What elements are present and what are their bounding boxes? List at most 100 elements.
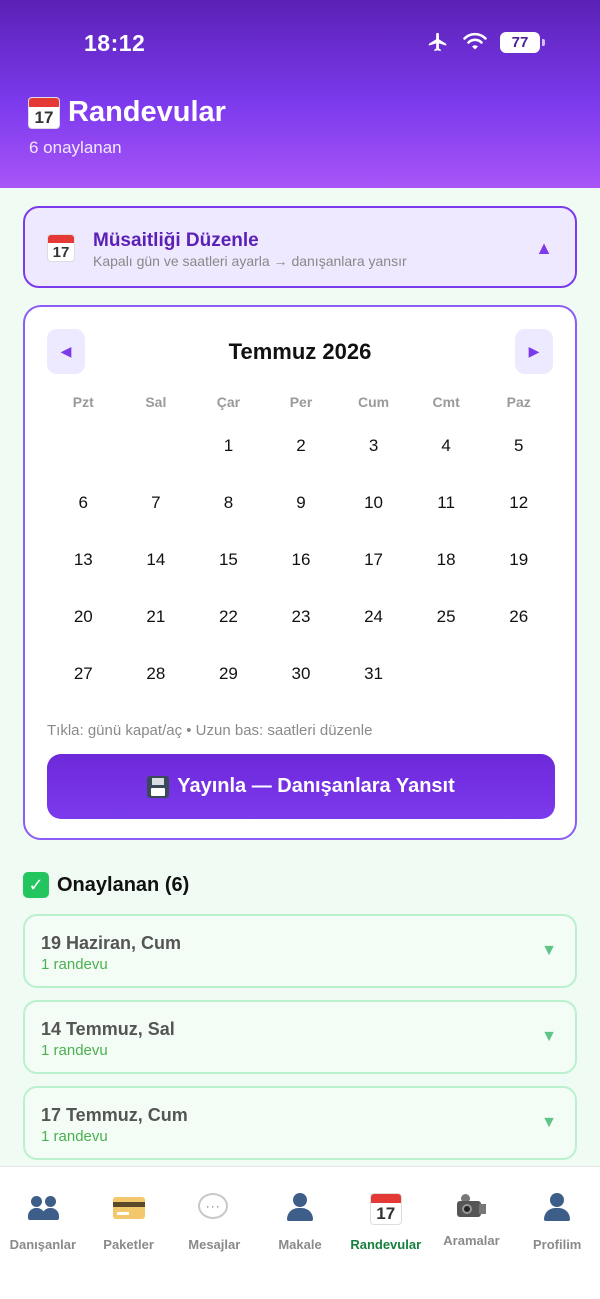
calendar-day[interactable]: 13 [47,531,120,588]
battery-icon: 77 [500,31,545,53]
approved-title-text: Onaylanan (6) [57,873,190,896]
calendar-day[interactable]: 3 [337,417,410,474]
chat-bubble-icon: ··· [198,1193,229,1219]
tab-label: Paketler [103,1237,154,1252]
calendar-day[interactable]: 28 [120,645,193,702]
status-time: 18:12 [84,30,146,56]
calendar-day-empty [410,645,483,702]
tab-aramalar[interactable]: Aramalar [429,1167,515,1267]
approved-section-title: ✓ Onaylanan (6) [23,872,189,898]
user-icon [541,1193,573,1223]
appointment-count: 1 randevu [41,956,108,973]
calendar-day[interactable]: 15 [192,531,265,588]
collapse-arrow-icon[interactable]: ▲ [535,238,553,259]
appointment-group-card[interactable]: 19 Haziran, Cum 1 randevu ▼ [23,914,577,988]
tab-label: Aramalar [443,1233,500,1248]
calendar-day[interactable]: 25 [410,588,483,645]
weekday-label: Cmt [432,394,460,410]
page-title-text: Randevular [68,96,226,128]
wifi-icon [463,32,487,50]
calendar-day-empty [482,645,555,702]
calendar-day[interactable]: 21 [120,588,193,645]
calendar-card: ◀ Temmuz 2026 ▶ Pzt Sal Çar Per Cum Cmt … [23,305,577,840]
calendar-day[interactable]: 30 [265,645,338,702]
calendar-day[interactable]: 12 [482,474,555,531]
calendar-day[interactable]: 5 [482,417,555,474]
appointment-group-card[interactable]: 14 Temmuz, Sal 1 randevu ▼ [23,1000,577,1074]
calendar-day[interactable]: 20 [47,588,120,645]
header: 18:12 77 17 Randevular 6 onaylanan [0,0,600,188]
calendar-day[interactable]: 22 [192,588,265,645]
tab-makale[interactable]: Makale [257,1167,343,1267]
calendar-day[interactable]: 17 [337,531,410,588]
credit-card-icon [112,1197,145,1219]
tab-randevular[interactable]: 17 Randevular [343,1167,429,1267]
calendar-hint: Tıkla: günü kapat/aç • Uzun bas: saatler… [47,722,373,739]
calendar-day[interactable]: 23 [265,588,338,645]
calendar-day[interactable]: 11 [410,474,483,531]
status-icons: 77 [426,31,545,53]
calendar-day[interactable]: 2 [265,417,338,474]
calendar-day[interactable]: 4 [410,417,483,474]
next-month-button[interactable]: ▶ [515,329,553,374]
calendar-day[interactable]: 1 [192,417,265,474]
calendar-day-empty [120,417,193,474]
weekday-label: Pzt [72,394,94,410]
users-icon [27,1193,59,1223]
appointment-group-card[interactable]: 17 Temmuz, Cum 1 randevu ▼ [23,1086,577,1160]
calendar-day[interactable]: 7 [120,474,193,531]
video-camera-icon [455,1193,487,1219]
calendar-day[interactable]: 27 [47,645,120,702]
month-title: Temmuz 2026 [228,339,372,364]
calendar-day[interactable]: 8 [192,474,265,531]
tab-label: Profilim [532,1237,582,1252]
calendar-day[interactable]: 29 [192,645,265,702]
calendar-day[interactable]: 31 [337,645,410,702]
weekday-label: Çar [216,394,241,410]
publish-button[interactable]: Yayınla — Danışanlara Yansıt [47,754,555,819]
calendar-day[interactable]: 6 [47,474,120,531]
page-title: 17 Randevular [28,96,226,129]
calendar-day-empty [47,417,120,474]
tab-mesajlar[interactable]: ··· Mesajlar [171,1167,257,1267]
expand-arrow-icon[interactable]: ▼ [541,942,557,960]
bottom-tab-bar: Danışanlar Paketler ··· Mesajlar Makale … [0,1166,600,1299]
expand-arrow-icon[interactable]: ▼ [541,1028,557,1046]
tab-label: Makale [278,1237,322,1252]
calendar-day[interactable]: 18 [410,531,483,588]
availability-title: Müsaitliği Düzenle [93,230,259,251]
appointment-count: 1 randevu [41,1042,108,1059]
airplane-icon [428,32,447,52]
expand-arrow-icon[interactable]: ▼ [541,1114,557,1132]
check-mark-icon: ✓ [23,872,49,898]
appointment-date: 19 Haziran, Cum [41,933,182,953]
calendar-day[interactable]: 26 [482,588,555,645]
calendar-day[interactable]: 19 [482,531,555,588]
calendar-icon: 17 [47,234,75,262]
calendar-day[interactable]: 10 [337,474,410,531]
calendar-day[interactable]: 9 [265,474,338,531]
calendar-day[interactable]: 16 [265,531,338,588]
availability-toggle-card[interactable]: 17 Müsaitliği Düzenle Kapalı gün ve saat… [23,206,577,288]
tab-danisanlar[interactable]: Danışanlar [0,1167,86,1267]
appointment-date: 17 Temmuz, Cum [41,1105,188,1125]
calendar-days-grid: 1 2 3 4 5 6 7 8 9 10 11 12 13 14 15 16 17 18 19 20 21 22 23 24 2… [47,417,555,759]
weekday-label: Per [289,394,313,410]
calendar-day[interactable]: 14 [120,531,193,588]
tab-label: Mesajlar [188,1237,241,1252]
floppy-disk-icon [147,775,170,798]
user-icon [284,1193,316,1223]
tab-paketler[interactable]: Paketler [86,1167,172,1267]
page-subtitle: 6 onaylanan [29,138,122,157]
calendar-icon: 17 [369,1193,402,1225]
publish-button-label: Yayınla — Danışanlara Yansıt [177,775,455,797]
weekday-header: Pzt Sal Çar Per Cum Cmt Paz [47,394,555,410]
weekday-label: Paz [506,394,531,410]
calendar-day[interactable]: 24 [337,588,410,645]
availability-subtitle: Kapalı gün ve saatleri ayarla → danışanl… [93,253,407,269]
tab-profilim[interactable]: Profilim [514,1167,600,1267]
weekday-label: Cum [358,394,390,410]
tab-label: Danışanlar [9,1237,77,1252]
weekday-label: Sal [145,394,167,410]
appointment-count: 1 randevu [41,1128,108,1145]
